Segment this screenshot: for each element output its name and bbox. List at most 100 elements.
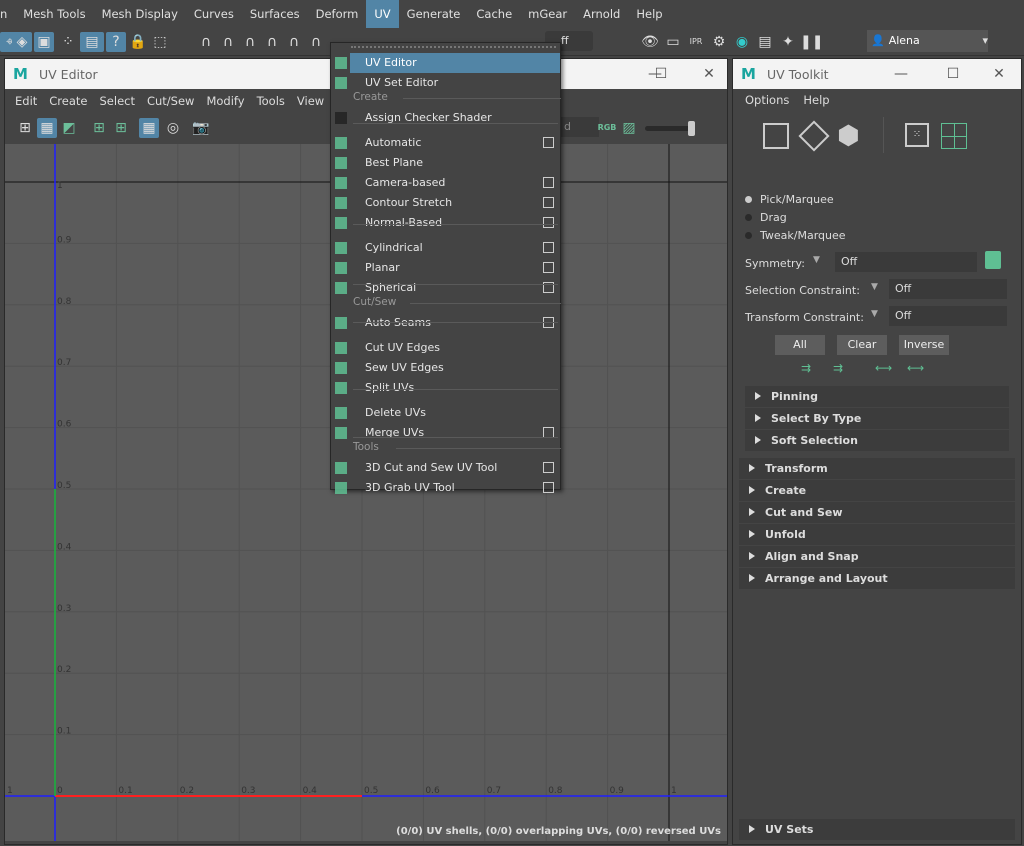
render-icon[interactable]: ▤	[80, 32, 104, 52]
snap-point-icon[interactable]: ∩	[240, 32, 260, 52]
uv-menu-create[interactable]: Create	[43, 94, 93, 108]
section-arrange-and-layout[interactable]: Arrange and Layout	[739, 568, 1015, 589]
menu-item-automatic[interactable]: Automatic	[331, 133, 560, 153]
component-mode-icon[interactable]: ◈	[12, 32, 32, 52]
toolkit-menu-help[interactable]: Help	[795, 93, 835, 107]
menu-item-uv-editor[interactable]: UV Editor	[350, 53, 560, 73]
minimize-button[interactable]: —	[881, 59, 921, 89]
menu-item-assign-checker-shader[interactable]: Assign Checker Shader	[331, 108, 560, 128]
grow-selection-icon[interactable]: ⟷	[907, 361, 924, 375]
menu-item-contour-stretch[interactable]: Contour Stretch	[331, 193, 560, 213]
section-select-by-type[interactable]: Select By Type	[745, 408, 1009, 429]
face-mode-icon[interactable]: ⬢	[837, 121, 860, 151]
menu-item-cut-uv-edges[interactable]: Cut UV Edges	[331, 338, 560, 358]
menu-item-planar[interactable]: Planar	[331, 258, 560, 278]
symmetry-icon[interactable]	[985, 251, 1001, 269]
section-align-and-snap[interactable]: Align and Snap	[739, 546, 1015, 567]
menu-help[interactable]: Help	[628, 0, 670, 28]
snap-curve-icon[interactable]: ∩	[218, 32, 238, 52]
symmetry-dropdown[interactable]: Off	[835, 252, 977, 272]
light-editor-icon[interactable]: ✦	[778, 32, 798, 52]
maximize-button[interactable]: ☐	[933, 59, 973, 89]
inverse-button[interactable]: Inverse	[899, 335, 949, 355]
render-setup-icon[interactable]: ▤	[755, 32, 775, 52]
shrink-selection-icon[interactable]: ⇉	[801, 361, 811, 375]
menu-item-normal-based[interactable]: Normal-Based	[331, 213, 560, 233]
snap-live-icon[interactable]: ∩	[306, 32, 326, 52]
render-settings-icon[interactable]: ⚙	[709, 32, 729, 52]
uv-shell-icon[interactable]: ⊞	[15, 118, 35, 138]
object-mode-icon[interactable]: ⁘	[58, 32, 78, 52]
menu-curves[interactable]: Curves	[186, 0, 242, 28]
uv-menu-edit[interactable]: Edit	[9, 94, 43, 108]
menu-item-auto-seams[interactable]: Auto Seams	[331, 313, 560, 333]
uv-toolkit-titlebar[interactable]: M UV Toolkit — ☐ ✕	[733, 59, 1021, 89]
select-by-name-icon[interactable]: ⬚	[150, 32, 170, 52]
uv-menu-cut-sew[interactable]: Cut/Sew	[141, 94, 200, 108]
isolate-icon[interactable]: ◎	[163, 118, 183, 138]
menu-item-merge-uvs[interactable]: Merge UVs	[331, 423, 560, 443]
hypershade-icon[interactable]: ◉	[732, 32, 752, 52]
chevron-down-icon[interactable]: ▼	[871, 309, 878, 319]
menu-item-camera-based[interactable]: Camera-based	[331, 173, 560, 193]
menu-item-cylindrical[interactable]: Cylindrical	[331, 238, 560, 258]
render-frame-icon[interactable]: ▭	[663, 32, 683, 52]
toolkit-menu-options[interactable]: Options	[737, 93, 795, 107]
close-button[interactable]: ✕	[689, 59, 729, 89]
menu-cache[interactable]: Cache	[468, 0, 520, 28]
section-pinning[interactable]: Pinning	[745, 386, 1009, 407]
menu-item-sew-uv-edges[interactable]: Sew UV Edges	[331, 358, 560, 378]
option-box-icon[interactable]	[543, 217, 554, 228]
mode-tweak-marquee[interactable]: Tweak/Marquee	[745, 229, 846, 242]
uv-menu-select[interactable]: Select	[94, 94, 141, 108]
snap-grid-icon[interactable]: ∩	[196, 32, 216, 52]
menu-mesh-display[interactable]: Mesh Display	[94, 0, 186, 28]
uv-shell-mode-icon[interactable]	[941, 123, 967, 149]
help-icon[interactable]: ?	[106, 32, 126, 52]
image-icon[interactable]: ▨	[619, 118, 639, 138]
selection-constraint-dropdown[interactable]: Off	[889, 279, 1007, 299]
menu-item-split-uvs[interactable]: Split UVs	[331, 378, 560, 398]
menu-mesh-tools[interactable]: Mesh Tools	[15, 0, 93, 28]
option-box-icon[interactable]	[543, 462, 554, 473]
ipr-render-icon[interactable]: IPR	[686, 32, 706, 52]
option-box-icon[interactable]	[543, 242, 554, 253]
pause-icon[interactable]: ❚❚	[800, 32, 823, 52]
section-soft-selection[interactable]: Soft Selection	[745, 430, 1009, 451]
menu-n[interactable]: n	[0, 0, 15, 28]
menu-generate[interactable]: Generate	[399, 0, 469, 28]
option-box-icon[interactable]	[543, 482, 554, 493]
menu-item-delete-uvs[interactable]: Delete UVs	[331, 403, 560, 423]
option-box-icon[interactable]	[543, 177, 554, 188]
menu-item-uv-set-editor[interactable]: UV Set Editor	[331, 73, 560, 93]
snap-surface-icon[interactable]: ∩	[284, 32, 304, 52]
slider-handle[interactable]	[688, 121, 695, 136]
filter-field[interactable]: d	[561, 117, 599, 137]
option-box-icon[interactable]	[543, 197, 554, 208]
grid-icon[interactable]: ⊞	[89, 118, 109, 138]
uv-mode-icon[interactable]: ⁙	[905, 123, 929, 147]
uv-menu-tools[interactable]: Tools	[251, 94, 291, 108]
chevron-down-icon[interactable]: ▼	[871, 282, 878, 292]
vertex-mode-icon[interactable]	[763, 123, 789, 149]
uv-menu-modify[interactable]: Modify	[200, 94, 250, 108]
user-account-button[interactable]: 👤 Alena Leontyeva ▾	[867, 30, 988, 69]
menu-deform[interactable]: Deform	[308, 0, 367, 28]
menu-uv[interactable]: UV	[366, 0, 399, 28]
section-cut-and-sew[interactable]: Cut and Sew	[739, 502, 1015, 523]
option-box-icon[interactable]	[543, 262, 554, 273]
select-all-button[interactable]: All	[775, 335, 825, 355]
tear-off-handle[interactable]	[351, 46, 556, 49]
menu-item-spherical[interactable]: Spherical	[331, 278, 560, 298]
transform-constraint-dropdown[interactable]: Off	[889, 306, 1007, 326]
lock-icon[interactable]: 🔒	[128, 32, 148, 52]
exposure-slider[interactable]	[645, 121, 695, 136]
snapshot-icon[interactable]: 📷	[191, 118, 211, 138]
mode-drag[interactable]: Drag	[745, 211, 787, 224]
hierarchy-icon[interactable]: ▣	[34, 32, 54, 52]
menu-arnold[interactable]: Arnold	[575, 0, 628, 28]
render-view-icon[interactable]: 👁	[640, 32, 660, 52]
uv-menu-view[interactable]: View	[291, 94, 330, 108]
menu-item-3d-cut-and-sew-uv-tool[interactable]: 3D Cut and Sew UV Tool	[331, 458, 560, 478]
maximize-button[interactable]: ☐	[641, 59, 681, 89]
